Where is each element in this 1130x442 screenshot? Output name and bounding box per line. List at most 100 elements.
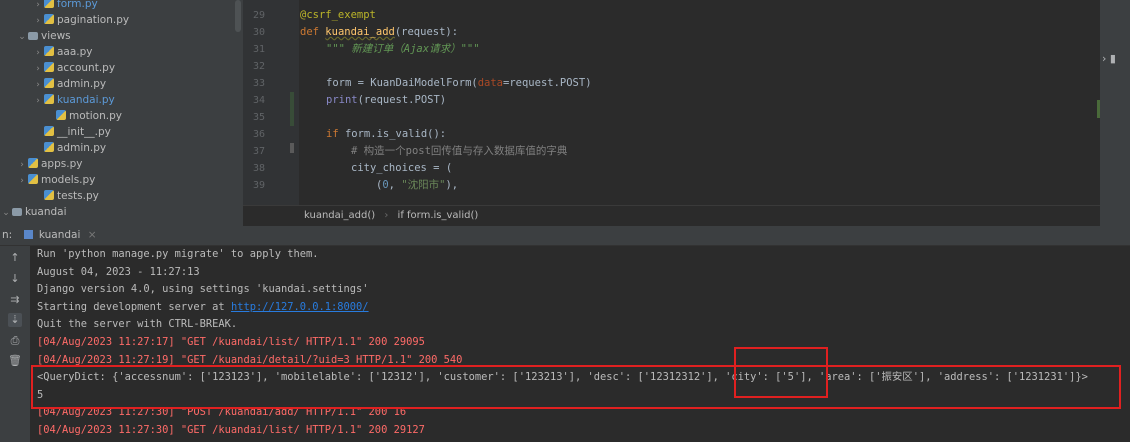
python-file-icon bbox=[44, 142, 54, 152]
line-number: 35 bbox=[252, 112, 265, 123]
tree-item[interactable]: › kuandai.py bbox=[32, 92, 115, 108]
tree-item[interactable]: › pagination.py bbox=[32, 12, 129, 28]
tree-item[interactable]: ⌄ kuandai bbox=[0, 204, 67, 221]
console-text: [04/Aug/2023 11:27:17] "GET /kuandai/lis… bbox=[37, 336, 425, 348]
code-text: , bbox=[388, 179, 402, 191]
docstring: """ 新建订单（Ajax请求）""" bbox=[326, 43, 480, 55]
run-config-icon bbox=[23, 230, 33, 239]
decorator: @csrf_exempt bbox=[300, 9, 376, 21]
tree-item[interactable]: › account.py bbox=[32, 60, 115, 76]
console-text: [04/Aug/2023 11:27:19] "GET /kuandai/det… bbox=[37, 353, 463, 366]
chevron-right-icon[interactable]: › bbox=[32, 93, 44, 109]
server-url-link[interactable]: http://127.0.0.1:8000/ bbox=[231, 301, 369, 313]
tree-item[interactable]: tests.py bbox=[32, 188, 99, 204]
expand-structure-icon[interactable]: › ▮ bbox=[1102, 52, 1116, 65]
python-file-icon bbox=[44, 14, 54, 24]
tree-item-label: kuandai bbox=[25, 206, 67, 218]
breadcrumb-item[interactable]: if form.is_valid() bbox=[398, 210, 479, 221]
tree-item[interactable]: admin.py bbox=[32, 140, 106, 156]
console-text: Starting development server at bbox=[37, 300, 231, 313]
code-text: (request.POST) bbox=[357, 94, 447, 106]
chevron-right-icon[interactable]: › bbox=[32, 13, 44, 29]
tree-item[interactable]: › apps.py bbox=[16, 156, 82, 172]
run-panel-header: n: kuandai × bbox=[0, 226, 1130, 246]
console-text: Django version 4.0, using settings 'kuan… bbox=[37, 283, 369, 296]
python-file-icon bbox=[44, 0, 54, 8]
tree-item-label: aaa.py bbox=[57, 46, 93, 58]
chevron-down-icon[interactable]: ⌄ bbox=[16, 29, 28, 45]
line-number: 30 bbox=[252, 27, 265, 38]
line-number: 31 bbox=[252, 44, 265, 55]
chevron-right-icon[interactable]: › bbox=[32, 45, 44, 61]
code-line-30[interactable]: def kuandai_add(request): bbox=[300, 24, 458, 41]
print-icon[interactable]: ⎙ bbox=[8, 334, 22, 348]
folder-icon bbox=[28, 32, 38, 40]
chevron-right-icon[interactable]: › bbox=[32, 61, 44, 77]
console-line: [04/Aug/2023 11:27:30] "GET /kuandai/lis… bbox=[37, 422, 425, 439]
breadcrumb-separator: › bbox=[384, 210, 389, 221]
keyword: def bbox=[300, 26, 326, 38]
trash-icon[interactable]: 🗑 bbox=[8, 354, 22, 368]
tree-item[interactable]: motion.py bbox=[44, 108, 122, 124]
line-number: 38 bbox=[252, 163, 265, 174]
tree-item-label: tests.py bbox=[57, 190, 99, 202]
arrow-up-icon[interactable]: ↑ bbox=[8, 251, 22, 265]
python-file-icon bbox=[44, 190, 54, 200]
chevron-right-icon[interactable]: › bbox=[16, 173, 28, 189]
chevron-right-icon[interactable]: › bbox=[16, 157, 28, 173]
function-name: kuandai_add bbox=[325, 26, 395, 38]
builtin: print bbox=[326, 94, 358, 106]
string: "沈阳市" bbox=[401, 179, 446, 191]
code-line-33[interactable]: form = KuanDaiModelForm(data=request.POS… bbox=[326, 75, 592, 92]
tree-item[interactable]: __init__.py bbox=[32, 124, 111, 140]
python-file-icon bbox=[44, 46, 54, 56]
tree-item-label: form.py bbox=[57, 0, 98, 10]
tree-item[interactable]: ⌄ views bbox=[16, 28, 70, 45]
python-file-icon bbox=[44, 62, 54, 72]
line-number: 34 bbox=[252, 95, 265, 106]
city-highlight-box bbox=[734, 347, 828, 398]
code-line-29[interactable]: @csrf_exempt bbox=[300, 7, 376, 24]
scroll-to-end-icon[interactable]: ⇣ bbox=[8, 313, 22, 327]
line-number: 32 bbox=[252, 61, 265, 72]
console-line: [04/Aug/2023 11:27:17] "GET /kuandai/lis… bbox=[37, 334, 425, 351]
code-text: city_choices = ( bbox=[351, 162, 453, 174]
querydict-highlight-box bbox=[31, 365, 1121, 409]
console-line: August 04, 2023 - 11:27:13 bbox=[37, 264, 200, 281]
run-label: n: bbox=[2, 229, 13, 241]
console-line: Starting development server at http://12… bbox=[37, 299, 369, 316]
code-line-36[interactable]: if form.is_valid(): bbox=[326, 126, 446, 143]
close-tab-icon[interactable]: × bbox=[88, 229, 97, 241]
console-text: Run 'python manage.py migrate' to apply … bbox=[37, 248, 319, 260]
tree-item[interactable]: › admin.py bbox=[32, 76, 106, 92]
tree-item[interactable]: › form.py bbox=[32, 0, 98, 12]
code-line-37[interactable]: # 构造一个post回传值与存入数据库值的字典 bbox=[351, 143, 567, 160]
tree-item[interactable]: › aaa.py bbox=[32, 44, 93, 60]
chevron-right-icon[interactable]: › bbox=[32, 77, 44, 93]
tree-item-label: __init__.py bbox=[57, 126, 111, 138]
tree-item[interactable]: › models.py bbox=[16, 172, 95, 188]
python-file-icon bbox=[28, 174, 38, 184]
code-text: ), bbox=[445, 179, 459, 191]
soft-wrap-icon[interactable]: ⇉ bbox=[8, 293, 22, 307]
folder-icon bbox=[12, 208, 22, 216]
console-line: Run 'python manage.py migrate' to apply … bbox=[37, 246, 319, 263]
python-file-icon bbox=[44, 126, 54, 136]
code-line-34[interactable]: print(request.POST) bbox=[326, 92, 446, 109]
change-marker bbox=[290, 92, 294, 126]
code-line-38[interactable]: city_choices = ( bbox=[351, 160, 452, 177]
chevron-down-icon[interactable]: ⌄ bbox=[0, 205, 12, 221]
tree-item-label: pagination.py bbox=[57, 14, 130, 26]
console-text: August 04, 2023 - 11:27:13 bbox=[37, 265, 200, 278]
console-line: Quit the server with CTRL-BREAK. bbox=[37, 316, 237, 333]
breadcrumb-item[interactable]: kuandai_add() bbox=[304, 210, 375, 221]
arrow-down-icon[interactable]: ↓ bbox=[8, 272, 22, 286]
line-number: 39 bbox=[252, 180, 265, 191]
tree-scrollbar[interactable] bbox=[235, 0, 241, 32]
code-text: (request): bbox=[394, 26, 459, 38]
tree-item-label: admin.py bbox=[57, 142, 107, 154]
code-line-31[interactable]: """ 新建订单（Ajax请求）""" bbox=[326, 41, 480, 58]
run-tab-kuandai[interactable]: kuandai bbox=[39, 229, 81, 241]
code-line-39[interactable]: (0, "沈阳市"), bbox=[376, 177, 458, 194]
console-text: Quit the server with CTRL-BREAK. bbox=[37, 318, 238, 331]
